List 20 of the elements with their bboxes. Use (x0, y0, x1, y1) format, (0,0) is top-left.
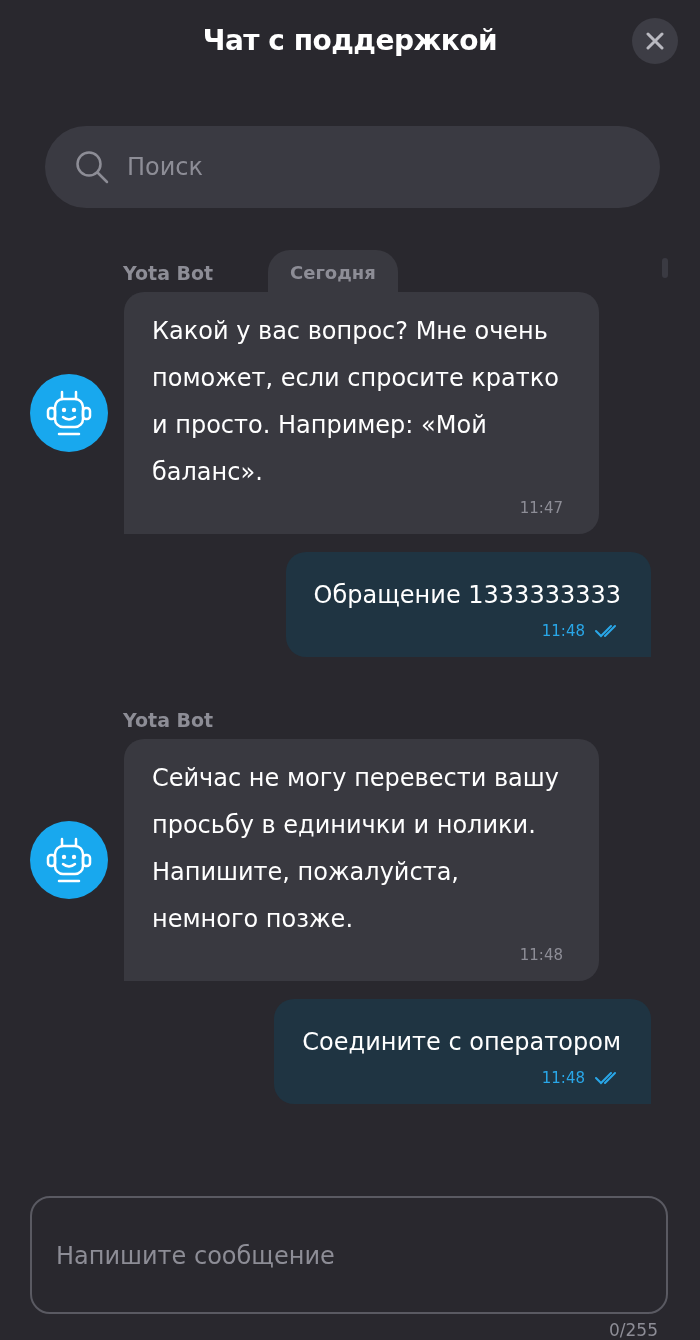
sender-name: Yota Bot (123, 262, 214, 284)
message-time: 11:48 (541, 621, 585, 642)
close-icon (646, 32, 664, 50)
message-text: Какой у вас вопрос? Мне очень поможет, если спросите кратко и просто. Например: «Мой баланс». (152, 316, 560, 488)
robot-icon (45, 835, 93, 885)
search-icon (75, 150, 109, 184)
chat-title: Чат с поддержкой (202, 23, 498, 57)
robot-icon (45, 388, 93, 438)
message-text: Сейчас не могу перевести вашу просьбу в единички и нолики. Напишите, пожалуйста, немного позже. (152, 763, 560, 935)
search-field[interactable]: Поиск (45, 126, 660, 208)
message-time: 11:48 (519, 945, 563, 966)
message-input[interactable]: Напишите сообщение (30, 1196, 668, 1314)
message-time: 11:48 (541, 1068, 585, 1089)
character-counter: 0/255 (609, 1320, 658, 1340)
close-button[interactable] (632, 18, 678, 64)
message-text: Соедините с оператором (302, 1027, 621, 1058)
message-time: 11:47 (519, 498, 563, 519)
date-divider: Сегодня (268, 250, 398, 293)
sender-name: Yota Bot (123, 709, 214, 731)
message-text: Обращение 1333333333 (313, 580, 621, 611)
